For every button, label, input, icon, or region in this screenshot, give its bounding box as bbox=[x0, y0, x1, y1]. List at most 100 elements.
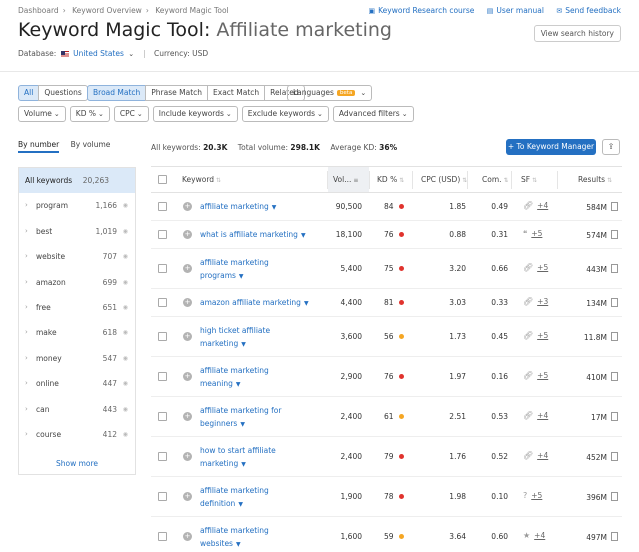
tab-by-number[interactable]: By number bbox=[18, 140, 60, 153]
group-all-keywords[interactable]: All keywords 20,263 bbox=[19, 168, 135, 194]
eye-icon[interactable]: ◉ bbox=[123, 320, 128, 345]
eye-icon[interactable]: ◉ bbox=[123, 193, 128, 218]
caret-down-icon[interactable]: ▼ bbox=[236, 541, 241, 548]
sf-cell[interactable]: 🔗︎ +4 bbox=[523, 411, 548, 420]
tab-all[interactable]: All bbox=[18, 85, 40, 101]
eye-icon[interactable]: ◉ bbox=[123, 295, 128, 320]
col-com[interactable]: Com. ⇅ bbox=[482, 167, 509, 192]
export-button[interactable]: ⇪ bbox=[602, 139, 620, 155]
cpc-filter[interactable]: CPC ⌄ bbox=[113, 106, 149, 122]
serp-icon[interactable] bbox=[611, 452, 618, 461]
keyword-link[interactable]: amazon affiliate marketing ▼ bbox=[200, 296, 309, 310]
sf-cell[interactable]: 🔗︎ +4 bbox=[523, 201, 548, 210]
serp-icon[interactable] bbox=[611, 202, 618, 211]
keyword-research-course-link[interactable]: ▣ Keyword Research course bbox=[369, 6, 475, 15]
sf-cell[interactable]: 🔗︎ +5 bbox=[523, 371, 548, 380]
database-select[interactable]: United States ⌄ bbox=[73, 49, 134, 58]
sf-cell[interactable]: 🔗︎ +4 bbox=[523, 451, 548, 460]
caret-down-icon[interactable]: ▼ bbox=[239, 273, 244, 280]
group-item[interactable]: › make 618 ◉ bbox=[19, 320, 135, 345]
serp-icon[interactable] bbox=[611, 412, 618, 421]
keyword-link[interactable]: affiliate marketing meaning ▼ bbox=[200, 364, 269, 391]
advanced-filters[interactable]: Advanced filters ⌄ bbox=[332, 106, 414, 122]
row-checkbox[interactable] bbox=[158, 492, 167, 501]
add-to-list-icon[interactable]: + bbox=[183, 230, 192, 239]
exclude-keywords-filter[interactable]: Exclude keywords ⌄ bbox=[241, 106, 329, 122]
keyword-link[interactable]: affiliate marketing for beginners ▼ bbox=[200, 404, 281, 431]
sf-cell[interactable]: 🔗︎ +5 bbox=[523, 263, 548, 272]
row-checkbox[interactable] bbox=[158, 202, 167, 211]
breadcrumb-dashboard[interactable]: Dashboard bbox=[18, 6, 59, 15]
caret-down-icon[interactable]: ▼ bbox=[238, 501, 243, 508]
sf-cell[interactable]: 🔗︎ +3 bbox=[523, 297, 548, 306]
col-volume[interactable]: Vol... ≡ bbox=[328, 167, 369, 192]
row-checkbox[interactable] bbox=[158, 264, 167, 273]
add-to-list-icon[interactable]: + bbox=[183, 264, 192, 273]
serp-icon[interactable] bbox=[611, 264, 618, 273]
row-checkbox[interactable] bbox=[158, 372, 167, 381]
caret-down-icon[interactable]: ▼ bbox=[241, 341, 246, 348]
select-all-checkbox[interactable] bbox=[158, 175, 167, 184]
eye-icon[interactable]: ◉ bbox=[123, 422, 128, 447]
keyword-link[interactable]: how to start affiliate marketing ▼ bbox=[200, 444, 276, 471]
tab-broad-match[interactable]: Broad Match bbox=[87, 85, 147, 101]
add-to-list-icon[interactable]: + bbox=[183, 298, 192, 307]
add-to-list-icon[interactable]: + bbox=[183, 332, 192, 341]
group-item[interactable]: › course 412 ◉ bbox=[19, 422, 135, 447]
keyword-link[interactable]: affiliate marketing programs ▼ bbox=[200, 256, 269, 283]
row-checkbox[interactable] bbox=[158, 230, 167, 239]
sf-cell[interactable]: ❝ +5 bbox=[523, 229, 542, 238]
sf-cell[interactable]: 🔗︎ +5 bbox=[523, 331, 548, 340]
col-kd[interactable]: KD % ⇅ bbox=[377, 167, 404, 192]
group-item[interactable]: › website 707 ◉ bbox=[19, 244, 135, 269]
tab-by-volume[interactable]: By volume bbox=[71, 140, 111, 151]
user-manual-link[interactable]: ▤ User manual bbox=[487, 6, 544, 15]
view-search-history-button[interactable]: View search history bbox=[533, 25, 621, 42]
keyword-link[interactable]: affiliate marketing websites ▼ bbox=[200, 524, 269, 551]
breadcrumb-keyword-overview[interactable]: Keyword Overview bbox=[72, 6, 142, 15]
row-checkbox[interactable] bbox=[158, 452, 167, 461]
group-item[interactable]: › money 547 ◉ bbox=[19, 346, 135, 371]
group-item[interactable]: › free 651 ◉ bbox=[19, 295, 135, 320]
caret-down-icon[interactable]: ▼ bbox=[304, 300, 309, 307]
serp-icon[interactable] bbox=[611, 492, 618, 501]
col-keyword[interactable]: Keyword ⇅ bbox=[182, 167, 221, 192]
keyword-link[interactable]: what is affiliate marketing ▼ bbox=[200, 228, 306, 242]
keyword-link[interactable]: affiliate marketing ▼ bbox=[200, 200, 276, 214]
volume-filter[interactable]: Volume ⌄ bbox=[18, 106, 66, 122]
tab-exact-match[interactable]: Exact Match bbox=[207, 85, 266, 101]
tab-questions[interactable]: Questions bbox=[38, 85, 88, 101]
to-keyword-manager-button[interactable]: + To Keyword Manager bbox=[506, 139, 596, 155]
send-feedback-link[interactable]: ✉ Send feedback bbox=[556, 6, 621, 15]
col-cpc[interactable]: CPC (USD) ⇅ bbox=[421, 167, 467, 192]
add-to-list-icon[interactable]: + bbox=[183, 452, 192, 461]
serp-icon[interactable] bbox=[611, 230, 618, 239]
caret-down-icon[interactable]: ▼ bbox=[241, 461, 246, 468]
caret-down-icon[interactable]: ▼ bbox=[236, 381, 241, 388]
eye-icon[interactable]: ◉ bbox=[123, 219, 128, 244]
sf-cell[interactable]: ★ +4 bbox=[523, 531, 545, 540]
caret-down-icon[interactable]: ▼ bbox=[272, 204, 277, 211]
add-to-list-icon[interactable]: + bbox=[183, 372, 192, 381]
eye-icon[interactable]: ◉ bbox=[123, 270, 128, 295]
serp-icon[interactable] bbox=[611, 372, 618, 381]
row-checkbox[interactable] bbox=[158, 412, 167, 421]
add-to-list-icon[interactable]: + bbox=[183, 202, 192, 211]
keyword-link[interactable]: affiliate marketing definition ▼ bbox=[200, 484, 269, 511]
group-item[interactable]: › program 1,166 ◉ bbox=[19, 193, 135, 218]
add-to-list-icon[interactable]: + bbox=[183, 532, 192, 541]
add-to-list-icon[interactable]: + bbox=[183, 492, 192, 501]
eye-icon[interactable]: ◉ bbox=[123, 371, 128, 396]
include-keywords-filter[interactable]: Include keywords ⌄ bbox=[152, 106, 238, 122]
row-checkbox[interactable] bbox=[158, 332, 167, 341]
group-item[interactable]: › can 443 ◉ bbox=[19, 397, 135, 422]
group-item[interactable]: › amazon 699 ◉ bbox=[19, 270, 135, 295]
caret-down-icon[interactable]: ▼ bbox=[301, 232, 306, 239]
group-item[interactable]: › best 1,019 ◉ bbox=[19, 219, 135, 244]
group-item[interactable]: › online 447 ◉ bbox=[19, 371, 135, 396]
col-results[interactable]: Results ⇅ bbox=[578, 167, 612, 192]
serp-icon[interactable] bbox=[611, 298, 618, 307]
sf-cell[interactable]: ? +5 bbox=[523, 491, 542, 500]
kd-filter[interactable]: KD % ⌄ bbox=[69, 106, 110, 122]
keyword-link[interactable]: high ticket affiliate marketing ▼ bbox=[200, 324, 270, 351]
